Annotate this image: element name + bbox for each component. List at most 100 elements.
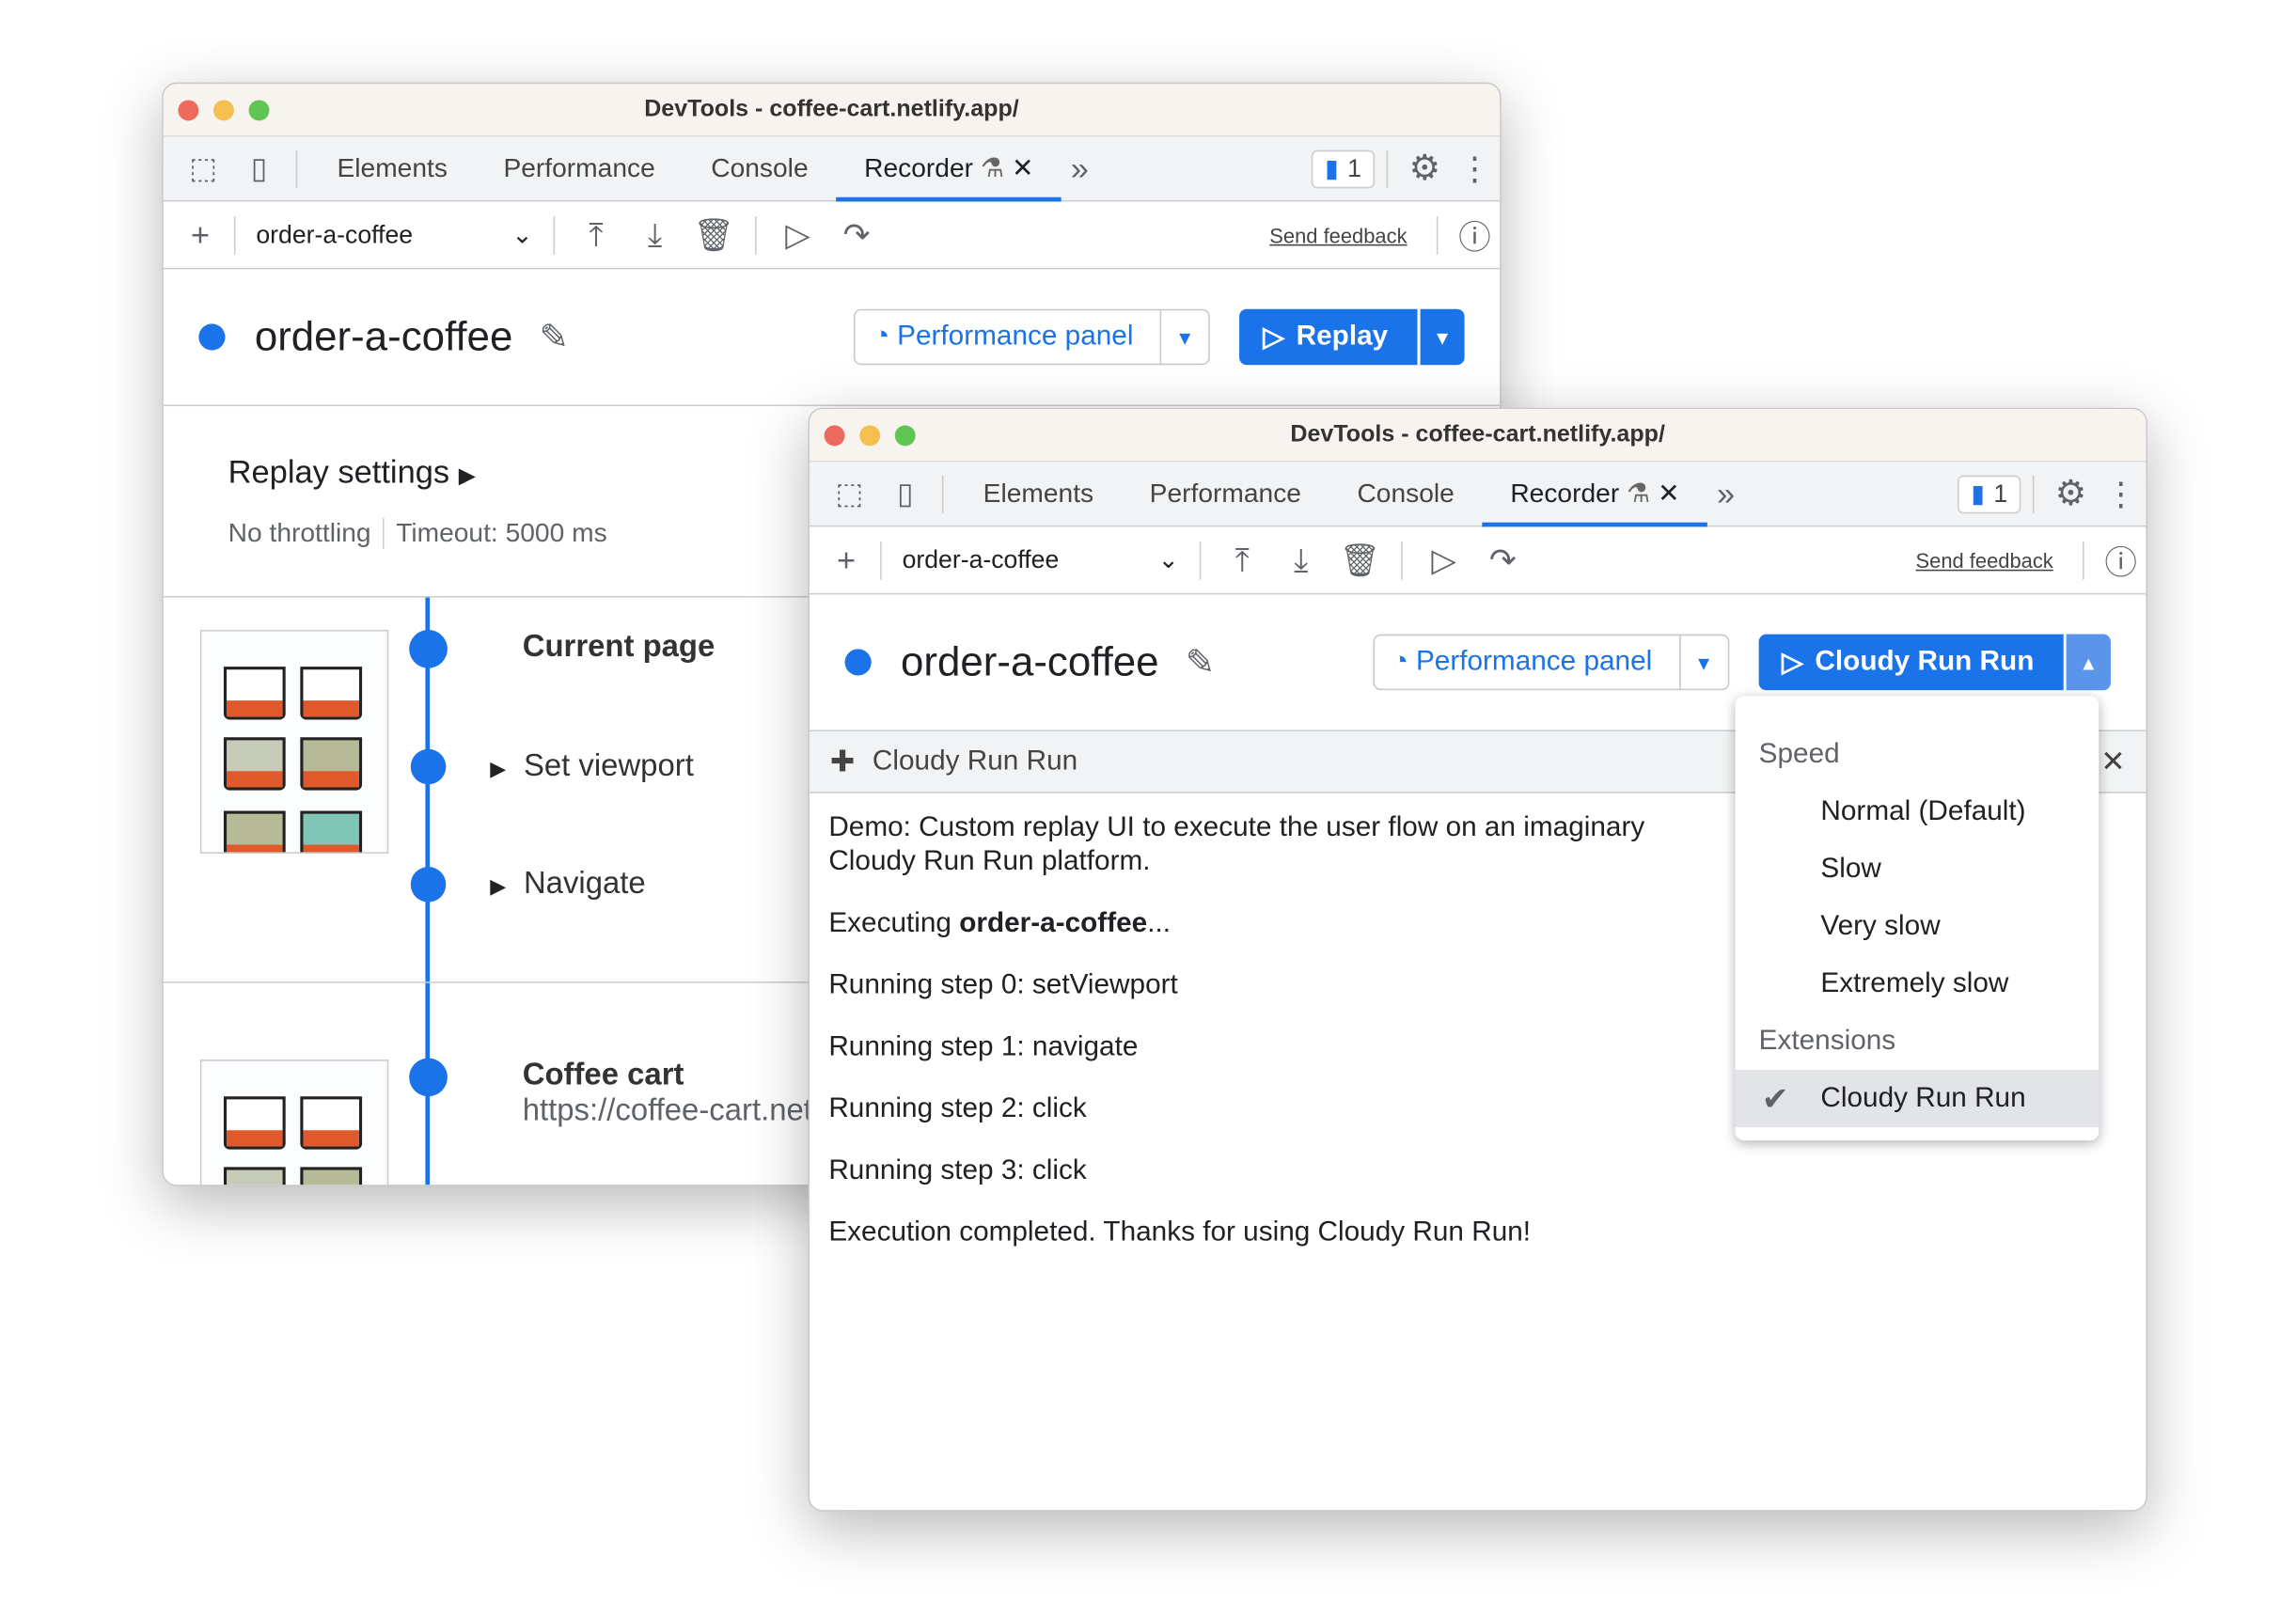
executing-suffix: ... [1147, 907, 1172, 939]
title-bar: DevTools - coffee-cart.netlify.app/ [163, 84, 1501, 137]
tab-performance[interactable]: Performance [476, 136, 684, 201]
replay-settings-label: Replay settings [228, 453, 450, 491]
add-recording-icon[interactable]: + [178, 215, 222, 254]
message-icon: ▮ [1971, 479, 1985, 508]
replay-slow-icon[interactable]: ↷ [827, 215, 887, 254]
menu-item-normal[interactable]: Normal (Default) [1736, 783, 2099, 840]
send-feedback-link[interactable]: Send feedback [1269, 223, 1407, 246]
more-tabs-icon[interactable]: » [1071, 149, 1089, 188]
maximize-window-button[interactable] [894, 425, 916, 447]
step-navigate[interactable]: ▶ Navigate [490, 867, 645, 903]
performance-panel-label: Performance panel [897, 321, 1134, 353]
gear-icon[interactable]: ⚙ [2046, 472, 2096, 514]
tab-console[interactable]: Console [1329, 462, 1483, 526]
menu-item-cloudy-run-run[interactable]: ✔ Cloudy Run Run [1735, 1070, 2099, 1128]
chevron-down-icon: ⌄ [511, 220, 533, 248]
close-tab-icon[interactable]: ✕ [1658, 479, 1680, 510]
executing-name: order-a-coffee [959, 907, 1148, 939]
flask-icon: ⚗ [1627, 478, 1651, 509]
close-window-button[interactable] [824, 425, 845, 447]
issues-badge[interactable]: ▮ 1 [1312, 149, 1376, 188]
more-tabs-icon[interactable]: » [1717, 475, 1735, 513]
close-tab-icon[interactable]: ✕ [1012, 153, 1034, 184]
replay-button[interactable]: ▷ Replay ▼ [1239, 308, 1465, 366]
tab-console[interactable]: Console [683, 136, 836, 201]
tab-performance[interactable]: Performance [1122, 462, 1329, 526]
maximize-window-button[interactable] [248, 100, 270, 121]
tab-elements[interactable]: Elements [309, 136, 476, 201]
gauge-icon: ◔ [1392, 646, 1409, 678]
more-menu-icon[interactable]: ⋮ [1450, 149, 1500, 188]
pencil-icon[interactable]: ✎ [539, 316, 568, 358]
gauge-icon: ◔ [873, 321, 890, 353]
tab-recorder-label: Recorder [1510, 478, 1620, 509]
recording-status-dot [198, 323, 226, 351]
menu-item-extremely-slow[interactable]: Extremely slow [1736, 955, 2099, 1013]
performance-panel-button[interactable]: ◔ Performance panel ▼ [853, 308, 1210, 366]
import-icon[interactable]: ⤓ [1272, 541, 1331, 579]
tab-recorder[interactable]: Recorder ⚗ ✕ [836, 136, 1062, 201]
issues-count: 1 [1993, 479, 2008, 508]
checkmark-icon: ✔ [1761, 1079, 1789, 1117]
executing-prefix: Executing [828, 907, 960, 939]
replay-label: Replay [1296, 321, 1389, 353]
throttling-value[interactable]: No throttling [228, 518, 371, 549]
minimize-window-button[interactable] [212, 100, 234, 121]
help-icon[interactable]: ⓘ [2096, 537, 2146, 584]
recording-title: order-a-coffee [254, 313, 513, 359]
recording-select-value: order-a-coffee [902, 544, 1060, 573]
window-title: DevTools - coffee-cart.netlify.app/ [644, 96, 1019, 122]
triangle-right-icon: ▶ [458, 463, 476, 489]
play-icon: ▷ [1263, 322, 1285, 353]
device-toolbar-icon[interactable]: ▯ [880, 476, 930, 512]
step-play-icon[interactable]: ▷ [1414, 541, 1473, 579]
close-window-button[interactable] [178, 100, 199, 121]
replay-options-menu: Speed Normal (Default) Slow Very slow Ex… [1735, 696, 2099, 1141]
timeout-value[interactable]: Timeout: 5000 ms [396, 518, 606, 549]
more-menu-icon[interactable]: ⋮ [2096, 475, 2146, 513]
menu-group-speed: Speed [1758, 738, 1840, 769]
caret-down-icon[interactable]: ▼ [1161, 326, 1208, 348]
caret-down-icon[interactable]: ▼ [1421, 326, 1465, 348]
pencil-icon[interactable]: ✎ [1186, 641, 1215, 683]
device-toolbar-icon[interactable]: ▯ [234, 150, 284, 187]
performance-panel-button[interactable]: ◔ Performance panel ▼ [1372, 634, 1729, 691]
inspect-element-icon[interactable]: ⬚ [818, 476, 880, 512]
tab-recorder[interactable]: Recorder ⚗ ✕ [1482, 462, 1708, 526]
export-icon[interactable]: ⤒ [1213, 541, 1272, 579]
step-title: Set viewport [523, 748, 694, 783]
close-icon[interactable]: ✕ [2100, 744, 2125, 780]
recording-select[interactable]: order-a-coffee ⌄ [247, 220, 542, 249]
step-set-viewport[interactable]: ▶ Set viewport [490, 749, 694, 785]
cloudy-run-run-button[interactable]: ▷ Cloudy Run Run ▲ [1757, 634, 2111, 691]
delete-icon[interactable]: 🗑 [1330, 541, 1390, 579]
tab-bar: ⬚ ▯ Elements Performance Console Recorde… [163, 136, 1501, 202]
menu-item-slow[interactable]: Slow [1736, 840, 2099, 898]
inspect-element-icon[interactable]: ⬚ [172, 150, 234, 187]
help-icon[interactable]: ⓘ [1450, 212, 1500, 259]
export-icon[interactable]: ⤒ [567, 215, 626, 254]
recording-select-value: order-a-coffee [256, 220, 414, 248]
tab-elements[interactable]: Elements [955, 462, 1122, 526]
send-feedback-link[interactable]: Send feedback [1916, 548, 2053, 572]
menu-item-very-slow[interactable]: Very slow [1736, 898, 2099, 955]
gear-icon[interactable]: ⚙ [1400, 148, 1450, 190]
caret-down-icon[interactable]: ▼ [1680, 652, 1727, 673]
step-title: Navigate [523, 867, 646, 902]
menu-item-label: Cloudy Run Run [1820, 1082, 2026, 1114]
import-icon[interactable]: ⤓ [625, 215, 684, 254]
flask-icon: ⚗ [980, 152, 1005, 183]
minimize-window-button[interactable] [859, 425, 881, 447]
caret-up-icon[interactable]: ▲ [2066, 634, 2111, 691]
add-recording-icon[interactable]: + [825, 541, 869, 579]
extension-name: Cloudy Run Run [872, 745, 1078, 777]
delete-icon[interactable]: 🗑 [684, 215, 744, 254]
issues-badge[interactable]: ▮ 1 [1958, 474, 2021, 513]
step-current-page[interactable]: Current page [523, 630, 716, 666]
step-play-icon[interactable]: ▷ [768, 215, 827, 254]
replay-slow-icon[interactable]: ↷ [1473, 541, 1533, 579]
recording-select[interactable]: order-a-coffee ⌄ [893, 545, 1187, 574]
timeline-node [409, 1058, 448, 1097]
page-screenshot-thumbnail [199, 1060, 389, 1185]
timeline-node [409, 629, 448, 668]
